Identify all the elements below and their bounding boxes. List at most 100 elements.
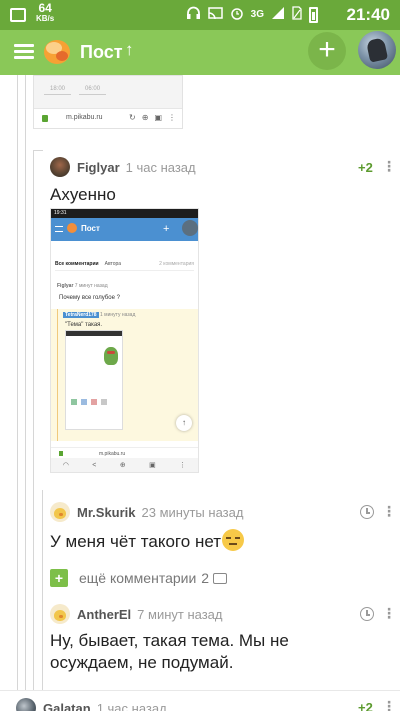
browser-icons: ↻ ⊕ ▣ ⋮ [129, 113, 176, 122]
more-comments-label[interactable]: ещё комментарии [79, 570, 196, 586]
commenter-nick[interactable]: Mr.Skurik [77, 505, 136, 520]
clock-time: 21:40 [346, 5, 390, 24]
commenter-avatar[interactable] [50, 157, 70, 177]
more-comments-button[interactable]: + ещё комментарии 2 [50, 568, 228, 588]
commenter-nick[interactable]: AntherEl [77, 607, 131, 622]
embedded-app-bar: Пост + [51, 218, 198, 241]
embedded-avatar [182, 220, 198, 236]
thread-line [33, 150, 43, 151]
comment-image[interactable]: 19:31 Пост + Все комментарии Автора 2 ко… [50, 208, 199, 473]
color-swatch [101, 399, 107, 405]
embedded-share-icon: < [92, 461, 97, 469]
more-icon: ⋮ [168, 113, 176, 122]
add-tab-icon: ⊕ [141, 113, 149, 122]
more-comments-count: 2 [201, 570, 210, 586]
divider [0, 690, 400, 691]
browser-url-bar: m.pikabu.ru ↻ ⊕ ▣ ⋮ [34, 108, 182, 128]
comment-text: У меня чёт такого нет [50, 532, 222, 551]
comment-time: 1 час назад [96, 700, 167, 711]
embedded-add-icon: ⊕ [119, 462, 126, 469]
commenter-nick[interactable]: Figlyar [77, 160, 120, 175]
image-notification-icon [10, 8, 26, 22]
embedded-comment-header: TetraNerd178 1 минуту назад [63, 312, 135, 318]
time-range: 18:00 06:00 [44, 84, 107, 95]
headphones-icon [186, 6, 201, 23]
network-speed-unit: KB/s [36, 14, 55, 23]
time-from: 18:00 [44, 84, 72, 95]
cast-icon [207, 6, 223, 23]
embedded-plus-icon: + [163, 223, 170, 235]
comment-header: Figlyar 1 час назад [50, 157, 196, 177]
comment-time: 1 час назад [125, 159, 196, 175]
menu-icon[interactable] [14, 44, 34, 60]
lock-icon [42, 115, 48, 122]
embedded-time: 7 минут назад [74, 283, 108, 289]
commenter-avatar[interactable] [50, 502, 70, 522]
comment-text: Ну, бывает, такая тема. Мы не осуждаем, … [50, 631, 289, 672]
color-swatch [91, 399, 97, 405]
user-avatar[interactable] [358, 31, 396, 69]
comment-header: Mr.Skurik 23 минуты назад [50, 502, 243, 522]
comment-rating: +2 [358, 700, 373, 711]
embedded-nick: Figlyar [57, 283, 74, 289]
more-vert-icon[interactable]: ⋮ [382, 503, 396, 520]
embedded-comment-header: Figlyar 7 минут назад [57, 283, 108, 289]
thread-line [17, 75, 18, 690]
embedded-time: 1 минуту назад [99, 312, 136, 318]
comment-text-row: У меня чёт такого нет [50, 529, 245, 553]
embedded-tabs-icon: ▣ [149, 462, 156, 469]
comment-bubble-icon [213, 572, 228, 584]
embedded-title: Пост [81, 224, 100, 233]
comment-rating: +2 [358, 160, 373, 175]
unamused-emoji-icon [222, 529, 245, 551]
commenter-avatar[interactable] [16, 698, 36, 711]
embedded-count: 2 комментария [159, 261, 194, 267]
comment-header: AntherEl 7 минут назад [50, 604, 223, 624]
commenter-nick[interactable]: Galatan [43, 701, 91, 711]
thread-line [33, 150, 34, 690]
embedded-status-bar: 19:31 [51, 209, 198, 218]
scroll-up-icon[interactable]: ↑ [125, 40, 134, 60]
clock-icon [360, 505, 374, 519]
embedded-menu-icon [55, 226, 63, 232]
clock-icon [360, 607, 374, 621]
status-icons: 3G [186, 6, 318, 23]
embedded-more-icon: ⋮ [179, 462, 187, 469]
signal-icon [271, 6, 285, 23]
embedded-nick: TetraNerd178 [63, 312, 99, 318]
comment-header: Galatan 1 час назад [16, 698, 167, 711]
browser-url: m.pikabu.ru [66, 114, 103, 121]
commenter-avatar[interactable] [50, 604, 70, 624]
comment-time: 23 минуты назад [141, 504, 244, 520]
color-swatch [71, 399, 77, 405]
network-type: 3G [250, 9, 264, 20]
embedded-url: m.pikabu.ru [99, 451, 126, 457]
embedded-thread-line [57, 309, 58, 441]
embedded-tab-all: Все комментарии [55, 261, 99, 267]
status-bar: 64 KB/s 3G 21:40 [0, 0, 400, 30]
more-vert-icon[interactable]: ⋮ [382, 698, 396, 711]
embedded-nested-image [65, 330, 123, 430]
embedded-tab-author: Автора [104, 261, 122, 267]
more-vert-icon[interactable]: ⋮ [382, 158, 396, 175]
network-speed-value: 64 [38, 1, 52, 15]
no-sim-icon [292, 6, 302, 23]
comment-time: 7 минут назад [137, 606, 223, 622]
pikabu-logo[interactable] [42, 37, 72, 65]
reload-icon: ↻ [129, 113, 136, 122]
embedded-tabs: Все комментарии Автора 2 комментария [55, 261, 194, 271]
alarm-icon [230, 6, 244, 23]
more-vert-icon[interactable]: ⋮ [382, 605, 396, 622]
page-title: Пост [80, 42, 123, 62]
embedded-comment-text: Почему все голубое ? [59, 295, 120, 301]
embedded-scroll-up-icon: ↑ [176, 415, 192, 431]
embedded-assistant-icon: ◠ [62, 462, 69, 469]
color-swatch [81, 399, 87, 405]
thread-line [25, 75, 26, 690]
comment-text: Ахуенно [50, 185, 116, 204]
tabs-icon: ▣ [154, 113, 162, 122]
add-post-button[interactable]: + [308, 32, 346, 70]
embedded-nav-bar: ◠ < ⊕ ▣ ⋮ [51, 458, 198, 472]
expand-icon[interactable]: + [50, 569, 68, 587]
previous-comment-image[interactable]: 18:00 06:00 m.pikabu.ru ↻ ⊕ ▣ ⋮ [33, 75, 183, 129]
